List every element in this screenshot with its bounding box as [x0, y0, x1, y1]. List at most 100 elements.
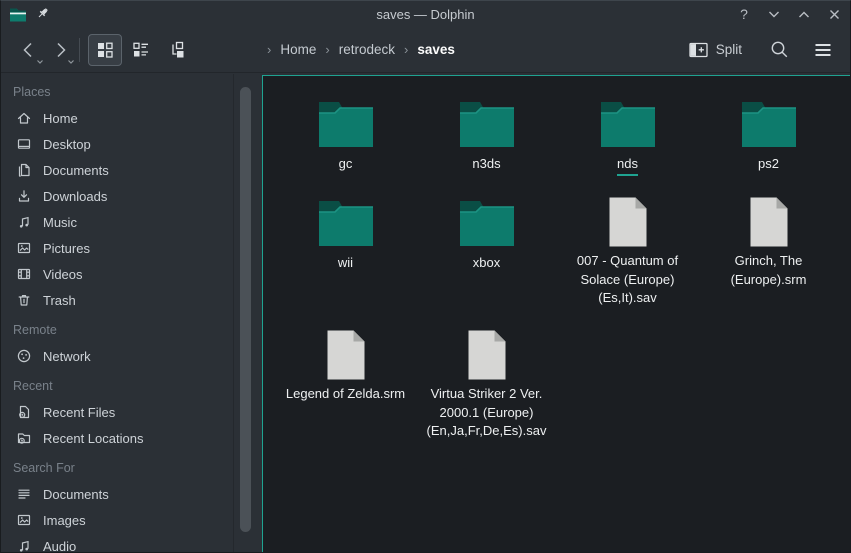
recent-files-icon	[16, 404, 32, 420]
sidebar-item-home[interactable]: Home	[1, 105, 233, 131]
music-icon	[16, 214, 32, 230]
sidebar-item-music[interactable]: Music	[1, 209, 233, 235]
folder-item-nds[interactable]: nds	[557, 85, 698, 184]
titlebar: saves — Dolphin ?	[1, 1, 850, 27]
sidebar-item-search-images[interactable]: Images	[1, 507, 233, 533]
sidebar-item-label: Recent Files	[43, 405, 115, 420]
home-icon	[16, 110, 32, 126]
pin-icon[interactable]	[36, 7, 50, 21]
desktop-icon	[16, 136, 32, 152]
sidebar-item-label: Desktop	[43, 137, 91, 152]
section-recent: Recent Recent Files Recent Locations	[1, 373, 233, 451]
downloads-icon	[16, 188, 32, 204]
section-search-for: Search For Documents Images Audio	[1, 455, 233, 552]
toolbar-separator	[79, 38, 80, 62]
scrollbar-thumb[interactable]	[240, 87, 251, 532]
file-item-007-quantum-of-solace[interactable]: 007 - Quantum of Solace (Europe) (Es,It)…	[557, 184, 698, 317]
folder-icon	[458, 97, 516, 149]
chevron-down-icon	[768, 10, 780, 19]
chevron-right-icon: ›	[262, 42, 276, 57]
folder-item-gc[interactable]: gc	[275, 85, 416, 184]
folder-icon	[317, 196, 375, 248]
sidebar-item-label: Documents	[43, 487, 109, 502]
file-item-virtua-striker[interactable]: Virtua Striker 2 Ver. 2000.1 (Europe) (E…	[416, 317, 557, 441]
sidebar-item-label: Videos	[43, 267, 83, 282]
sidebar-item-label: Images	[43, 513, 86, 528]
folder-item-xbox[interactable]: xbox	[416, 184, 557, 317]
sidebar-item-label: Trash	[43, 293, 76, 308]
sidebar-item-label: Downloads	[43, 189, 107, 204]
sidebar-item-label: Music	[43, 215, 77, 230]
sidebar-scrollbar[interactable]	[240, 87, 251, 532]
details-view-button[interactable]	[124, 34, 158, 66]
folder-icon	[317, 97, 375, 149]
sidebar-item-label: Pictures	[43, 241, 90, 256]
menu-icon	[813, 40, 833, 60]
file-icon	[326, 329, 366, 381]
forward-icon	[49, 39, 71, 61]
sidebar-item-documents[interactable]: Documents	[1, 157, 233, 183]
app-folder-icon	[9, 7, 27, 22]
item-name: xbox	[473, 254, 500, 273]
search-button[interactable]	[764, 35, 794, 65]
chevron-up-icon	[798, 10, 810, 19]
close-icon	[829, 9, 840, 20]
split-button-label: Split	[716, 42, 742, 57]
network-icon	[16, 348, 32, 364]
folder-icon	[740, 97, 798, 149]
close-button[interactable]	[824, 4, 844, 24]
folder-icon	[599, 97, 657, 149]
sidebar-item-search-documents[interactable]: Documents	[1, 481, 233, 507]
sidebar-item-label: Audio	[43, 539, 76, 553]
folder-item-wii[interactable]: wii	[275, 184, 416, 317]
item-name: gc	[339, 155, 353, 174]
folder-icon	[458, 196, 516, 248]
file-item-legend-of-zelda[interactable]: Legend of Zelda.srm	[275, 317, 416, 441]
sidebar-item-trash[interactable]: Trash	[1, 287, 233, 313]
breadcrumb-home[interactable]: Home	[280, 42, 316, 57]
breadcrumb-retrodeck[interactable]: retrodeck	[339, 42, 395, 57]
section-places: Places Home Desktop Documents Downloads	[1, 79, 233, 313]
icons-view-button[interactable]	[88, 34, 122, 66]
documents-icon	[16, 162, 32, 178]
sidebar-item-label: Network	[43, 349, 91, 364]
file-view[interactable]: gc n3ds nds ps2 wii	[262, 75, 851, 553]
sidebar-item-recent-locations[interactable]: Recent Locations	[1, 425, 233, 451]
sidebar-item-desktop[interactable]: Desktop	[1, 131, 233, 157]
item-name: 007 - Quantum of Solace (Europe) (Es,It)…	[565, 252, 691, 308]
pictures-icon	[16, 240, 32, 256]
maximize-button[interactable]	[794, 4, 814, 24]
split-button[interactable]: Split	[689, 42, 742, 58]
minimize-button[interactable]	[764, 4, 784, 24]
sidebar-item-videos[interactable]: Videos	[1, 261, 233, 287]
recent-locations-icon	[16, 430, 32, 446]
sidebar-item-label: Documents	[43, 163, 109, 178]
details-view-icon	[131, 40, 151, 60]
breadcrumb-current[interactable]: saves	[417, 42, 455, 57]
icons-view-icon	[95, 40, 115, 60]
sidebar-item-recent-files[interactable]: Recent Files	[1, 399, 233, 425]
section-header-search-for: Search For	[1, 455, 233, 481]
sidebar-item-pictures[interactable]: Pictures	[1, 235, 233, 261]
chevron-down-icon	[67, 59, 75, 65]
file-icon	[467, 329, 507, 381]
section-header-remote: Remote	[1, 317, 233, 343]
places-panel: Places Home Desktop Documents Downloads	[1, 74, 233, 552]
file-item-grinch[interactable]: Grinch, The (Europe).srm	[698, 184, 839, 317]
folder-item-n3ds[interactable]: n3ds	[416, 85, 557, 184]
sidebar-item-network[interactable]: Network	[1, 343, 233, 369]
folder-item-ps2[interactable]: ps2	[698, 85, 839, 184]
sidebar-item-downloads[interactable]: Downloads	[1, 183, 233, 209]
back-button[interactable]	[13, 33, 44, 67]
help-button[interactable]: ?	[734, 4, 754, 24]
item-name: nds	[617, 155, 638, 176]
menu-button[interactable]	[808, 35, 838, 65]
sidebar-item-search-audio[interactable]: Audio	[1, 533, 233, 552]
window-title: saves — Dolphin	[1, 7, 850, 22]
forward-button[interactable]	[44, 33, 75, 67]
tree-view-button[interactable]	[160, 34, 194, 66]
search-audio-icon	[16, 538, 32, 552]
search-documents-icon	[16, 486, 32, 502]
section-remote: Remote Network	[1, 317, 233, 369]
item-name: Legend of Zelda.srm	[286, 385, 405, 404]
